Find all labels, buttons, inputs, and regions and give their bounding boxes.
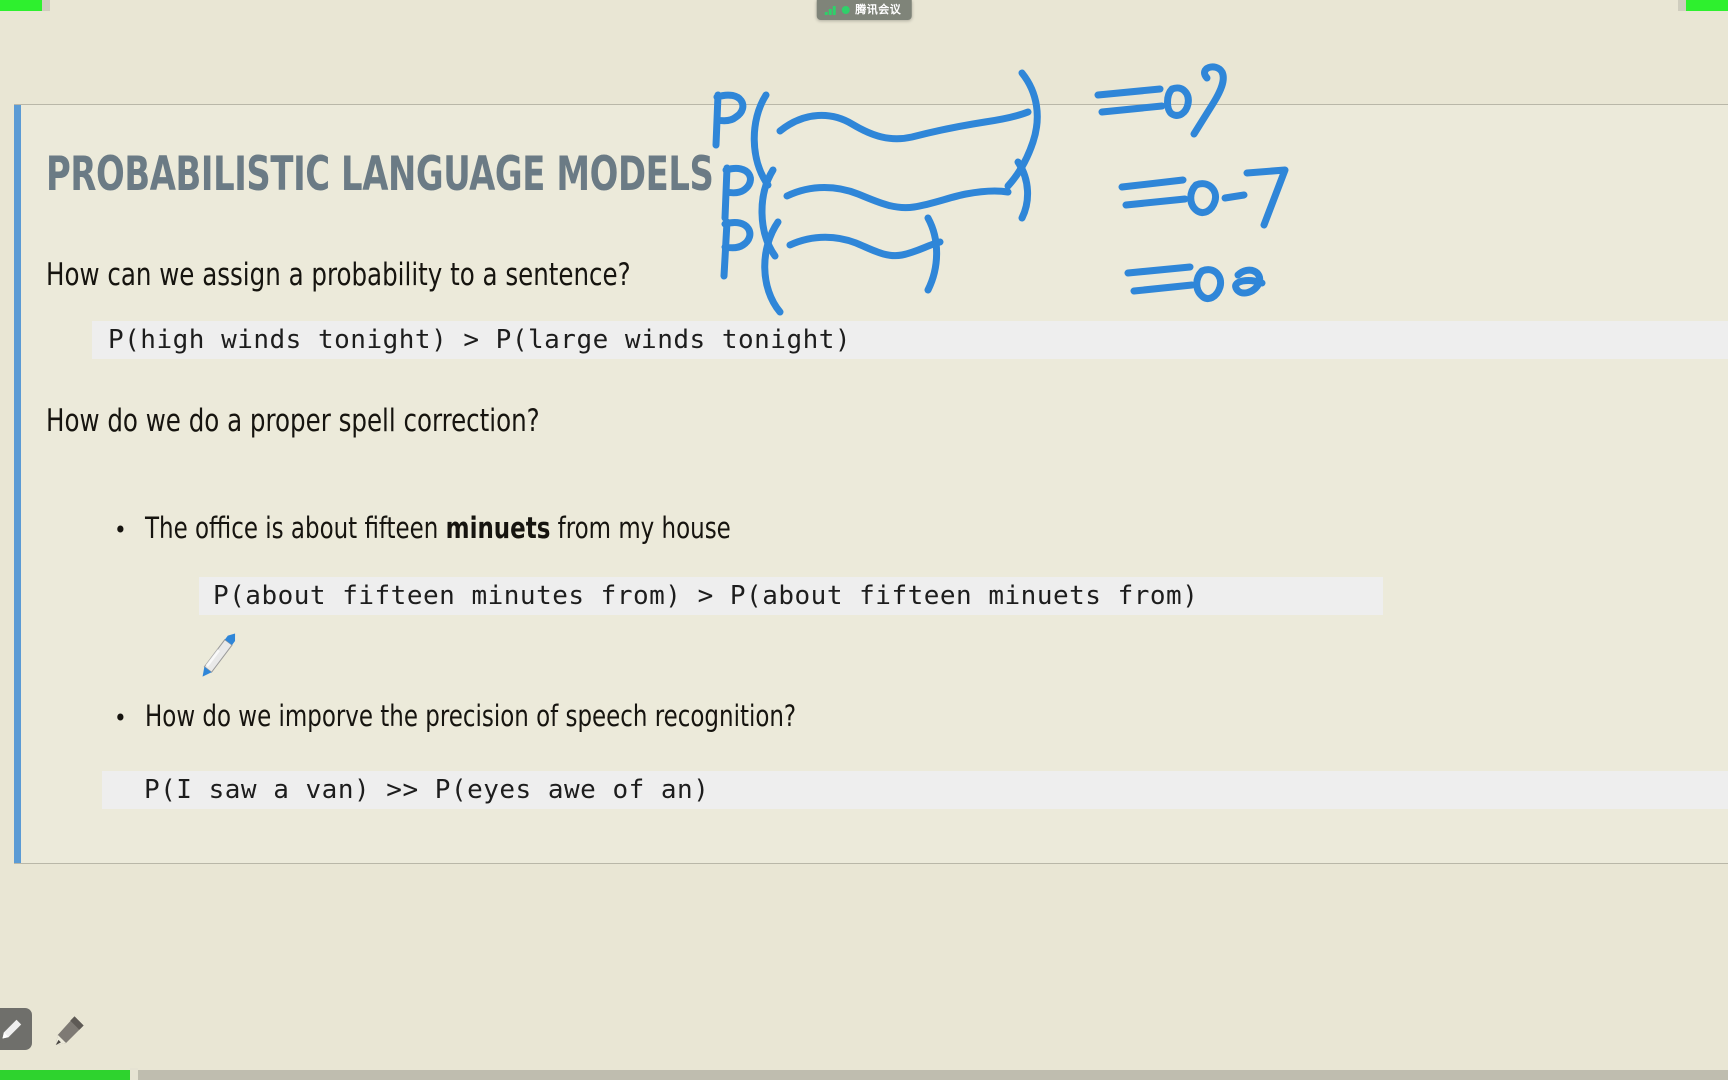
code-block-3-text: P(I saw a van) >> P(eyes awe of an) — [144, 775, 710, 805]
meeting-status-pill[interactable]: 腾讯会议 — [816, 0, 912, 20]
bullet-item-2-text: How do we imporve the precision of speec… — [144, 699, 796, 733]
screen-share-view: 腾讯会议 PROBABILISTIC LANGUAGE MODELS How c… — [0, 0, 1728, 1080]
question-line-2: How do we do a proper spell correction? — [46, 403, 540, 439]
playback-progress-handle[interactable] — [130, 1068, 138, 1080]
screen-share-indicator-left — [0, 0, 42, 11]
signal-strength-icon — [824, 5, 836, 15]
pencil-icon — [2, 1019, 22, 1039]
question-line-1: How can we assign a probability to a sen… — [46, 257, 631, 293]
bullet-item-1-text: The office is about fifteen minuets from… — [145, 511, 731, 545]
meeting-app-name: 腾讯会议 — [855, 3, 902, 16]
playback-progress-track[interactable] — [0, 1068, 1728, 1080]
slide-title: PROBABILISTIC LANGUAGE MODELS — [46, 147, 714, 202]
code-block-2: P(about fifteen minutes from) > P(about … — [199, 577, 1383, 615]
bullet-1-suffix: from my house — [550, 511, 731, 545]
code-block-3: P(I saw a van) >> P(eyes awe of an) — [102, 771, 1728, 809]
recording-dot-icon — [841, 6, 850, 14]
screen-share-indicator-right — [1686, 0, 1728, 11]
bullet-marker-icon: • — [114, 516, 127, 544]
code-block-2-text: P(about fifteen minutes from) > P(about … — [213, 581, 1199, 611]
bullet-1-prefix: The office is about fifteen — [144, 511, 446, 545]
code-block-1: P(high winds tonight) > P(large winds to… — [92, 321, 1728, 359]
playback-progress-fill — [0, 1070, 130, 1080]
pencil-tool-button[interactable] — [50, 1010, 90, 1050]
bullet-1-emphasis: minuets — [445, 511, 551, 545]
bullet-item-1: • The office is about fifteen minuets fr… — [114, 511, 810, 545]
bullet-marker-icon: • — [114, 704, 127, 732]
stylus-cursor — [202, 633, 236, 677]
pen-tool-button[interactable] — [0, 1008, 32, 1050]
pencil-icon — [55, 1016, 84, 1046]
bullet-item-2: • How do we imporve the precision of spe… — [114, 699, 885, 733]
presentation-slide: PROBABILISTIC LANGUAGE MODELS How can we… — [14, 104, 1728, 864]
screen-share-edge-right — [1678, 0, 1686, 11]
code-block-1-text: P(high winds tonight) > P(large winds to… — [108, 325, 852, 355]
screen-share-edge-left — [42, 0, 50, 11]
